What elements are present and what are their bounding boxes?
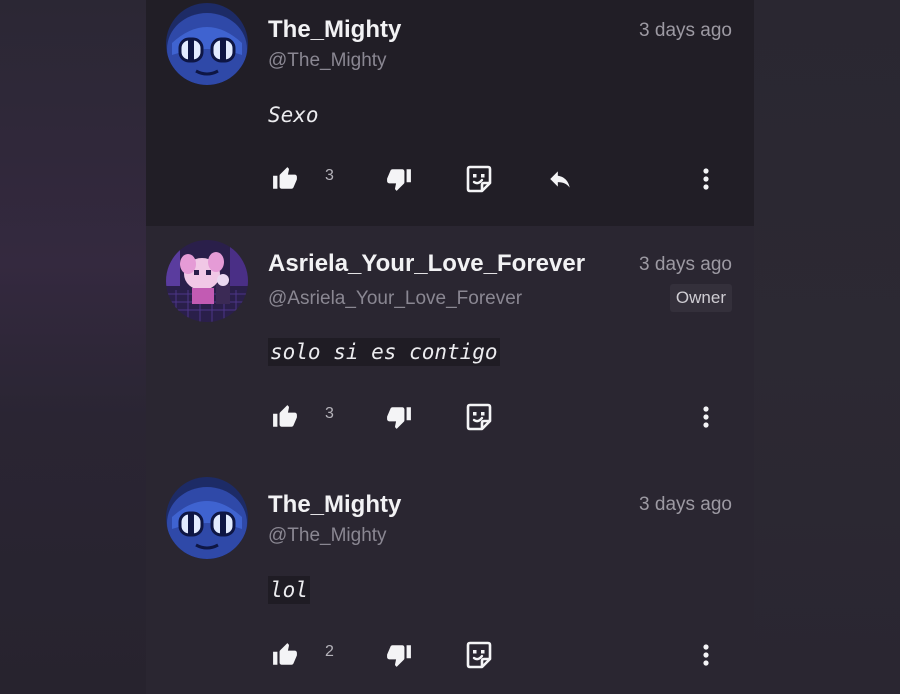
comment-text: Sexo bbox=[268, 103, 319, 127]
more-vertical-icon bbox=[703, 168, 709, 190]
comment-text: lol bbox=[268, 576, 310, 604]
dislike-button[interactable] bbox=[384, 640, 414, 670]
timestamp: 3 days ago bbox=[639, 254, 732, 275]
username[interactable]: The_Mighty bbox=[268, 491, 401, 519]
user-handle[interactable]: @The_Mighty bbox=[268, 50, 387, 72]
more-vertical-icon bbox=[703, 406, 709, 428]
blue-mask-avatar-icon bbox=[166, 3, 248, 85]
user-handle[interactable]: @The_Mighty bbox=[268, 525, 387, 547]
avatar[interactable] bbox=[166, 477, 248, 559]
timestamp: 3 days ago bbox=[639, 494, 732, 515]
avatar[interactable] bbox=[166, 3, 248, 85]
sticker-button[interactable] bbox=[464, 640, 494, 670]
avatar[interactable] bbox=[166, 240, 248, 322]
reply-icon bbox=[550, 171, 570, 188]
comment-actions: 3 bbox=[146, 164, 754, 194]
dislike-button[interactable] bbox=[384, 164, 414, 194]
timestamp: 3 days ago bbox=[639, 20, 732, 41]
blue-mask-avatar-icon bbox=[166, 477, 248, 559]
like-count: 3 bbox=[325, 405, 334, 422]
thumbs-up-icon bbox=[273, 167, 297, 189]
sticker-icon bbox=[466, 641, 492, 669]
more-options-button[interactable] bbox=[694, 164, 718, 194]
comment: The_Mighty @The_Mighty 3 days ago Sexo 3 bbox=[146, 0, 754, 226]
comment-text: solo si es contigo bbox=[268, 338, 500, 366]
comment-feed: The_Mighty @The_Mighty 3 days ago Sexo 3 bbox=[146, 0, 754, 694]
comment: The_Mighty @The_Mighty 3 days ago lol 2 bbox=[146, 462, 754, 694]
like-button[interactable] bbox=[270, 164, 300, 194]
comment: Asriela_Your_Love_Forever @Asriela_Your_… bbox=[146, 226, 754, 462]
sticker-icon bbox=[466, 403, 492, 431]
reply-button[interactable] bbox=[544, 164, 576, 194]
more-options-button[interactable] bbox=[694, 640, 718, 670]
more-vertical-icon bbox=[703, 644, 709, 666]
sticker-button[interactable] bbox=[464, 402, 494, 432]
comment-actions: 2 bbox=[146, 640, 754, 670]
like-button[interactable] bbox=[270, 402, 300, 432]
sticker-icon bbox=[466, 165, 492, 193]
pixel-character-avatar-icon bbox=[166, 240, 248, 322]
sticker-button[interactable] bbox=[464, 164, 494, 194]
owner-badge: Owner bbox=[669, 284, 732, 312]
username[interactable]: The_Mighty bbox=[268, 16, 401, 44]
thumbs-down-icon bbox=[387, 169, 411, 191]
comment-actions: 3 bbox=[146, 402, 754, 432]
background-right bbox=[754, 0, 900, 694]
like-button[interactable] bbox=[270, 640, 300, 670]
thumbs-up-icon bbox=[273, 405, 297, 427]
user-handle[interactable]: @Asriela_Your_Love_Forever bbox=[268, 288, 522, 310]
thumbs-down-icon bbox=[387, 645, 411, 667]
username[interactable]: Asriela_Your_Love_Forever bbox=[268, 250, 585, 278]
thumbs-down-icon bbox=[387, 407, 411, 429]
like-count: 2 bbox=[325, 643, 334, 660]
background-left bbox=[0, 0, 146, 694]
like-count: 3 bbox=[325, 167, 334, 184]
more-options-button[interactable] bbox=[694, 402, 718, 432]
thumbs-up-icon bbox=[273, 643, 297, 665]
dislike-button[interactable] bbox=[384, 402, 414, 432]
